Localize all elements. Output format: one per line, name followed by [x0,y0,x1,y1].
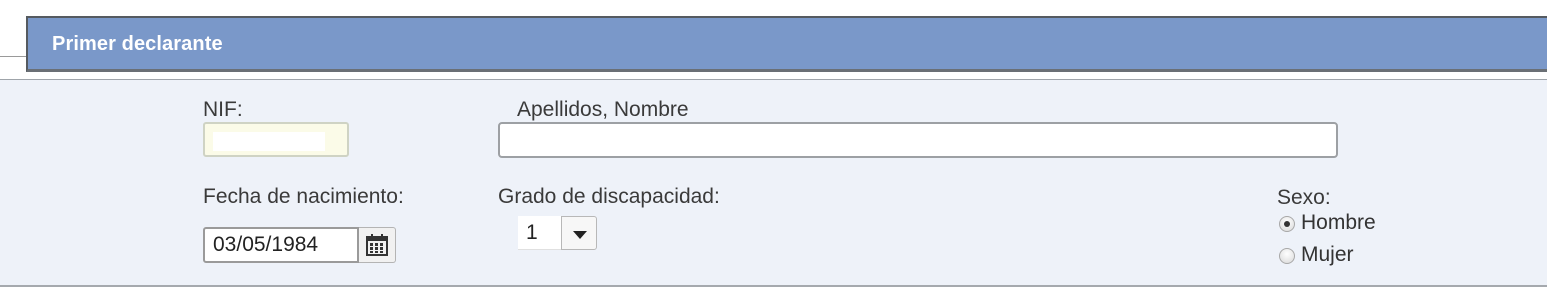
radio-label-mujer: Mujer [1301,243,1354,266]
disability-label: Grado de discapacidad: [498,185,720,208]
radio-button-checked[interactable] [1279,216,1295,232]
name-input[interactable] [498,122,1338,158]
disability-select[interactable]: 1 [518,216,562,250]
nif-label: NIF: [203,98,243,121]
radio-button-unchecked[interactable] [1279,248,1295,264]
calendar-button[interactable] [359,227,396,263]
caret-down-icon [573,231,587,239]
birth-date-input[interactable]: 03/05/1984 [203,227,359,263]
nif-input[interactable] [203,122,349,157]
disability-dropdown-button[interactable] [561,216,597,250]
name-label: Apellidos, Nombre [517,98,689,121]
section-header: Primer declarante [26,16,1547,72]
sex-label: Sexo: [1277,186,1331,209]
radio-label-hombre: Hombre [1301,211,1376,234]
calendar-icon [366,234,388,256]
section-title: Primer declarante [52,33,223,55]
birth-date-label: Fecha de nacimiento: [203,185,404,208]
nif-value-mask [213,132,325,151]
